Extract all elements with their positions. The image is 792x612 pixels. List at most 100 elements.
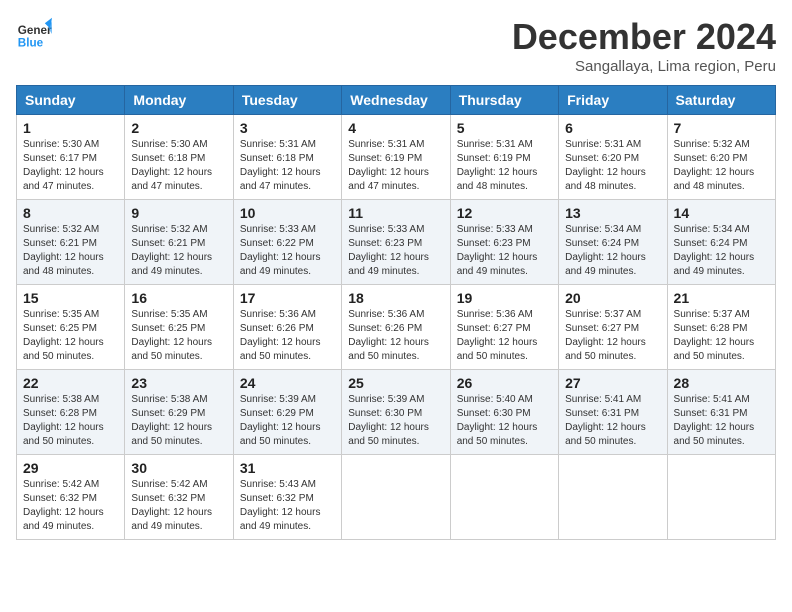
- day-number: 28: [674, 375, 769, 391]
- day-info: Sunrise: 5:41 AM Sunset: 6:31 PM Dayligh…: [674, 393, 769, 449]
- day-cell-18: 18 Sunrise: 5:36 AM Sunset: 6:26 PM Dayli…: [342, 285, 450, 370]
- day-header-thursday: Thursday: [450, 86, 558, 115]
- day-number: 19: [457, 290, 552, 306]
- week-row-5: 29 Sunrise: 5:42 AM Sunset: 6:32 PM Dayli…: [17, 455, 776, 540]
- day-number: 24: [240, 375, 335, 391]
- day-number: 29: [23, 460, 118, 476]
- day-info: Sunrise: 5:33 AM Sunset: 6:22 PM Dayligh…: [240, 223, 335, 279]
- day-number: 7: [674, 120, 769, 136]
- week-row-3: 15 Sunrise: 5:35 AM Sunset: 6:25 PM Dayli…: [17, 285, 776, 370]
- day-info: Sunrise: 5:36 AM Sunset: 6:27 PM Dayligh…: [457, 308, 552, 364]
- day-cell-20: 20 Sunrise: 5:37 AM Sunset: 6:27 PM Dayli…: [559, 285, 667, 370]
- day-number: 18: [348, 290, 443, 306]
- day-info: Sunrise: 5:38 AM Sunset: 6:28 PM Dayligh…: [23, 393, 118, 449]
- week-row-1: 1 Sunrise: 5:30 AM Sunset: 6:17 PM Daylig…: [17, 115, 776, 200]
- day-number: 4: [348, 120, 443, 136]
- day-number: 2: [131, 120, 226, 136]
- day-cell-3: 3 Sunrise: 5:31 AM Sunset: 6:18 PM Daylig…: [233, 115, 341, 200]
- day-cell-7: 7 Sunrise: 5:32 AM Sunset: 6:20 PM Daylig…: [667, 115, 775, 200]
- day-info: Sunrise: 5:42 AM Sunset: 6:32 PM Dayligh…: [131, 478, 226, 534]
- day-number: 14: [674, 205, 769, 221]
- day-cell-14: 14 Sunrise: 5:34 AM Sunset: 6:24 PM Dayli…: [667, 200, 775, 285]
- day-info: Sunrise: 5:36 AM Sunset: 6:26 PM Dayligh…: [240, 308, 335, 364]
- day-info: Sunrise: 5:39 AM Sunset: 6:29 PM Dayligh…: [240, 393, 335, 449]
- day-info: Sunrise: 5:36 AM Sunset: 6:26 PM Dayligh…: [348, 308, 443, 364]
- day-info: Sunrise: 5:37 AM Sunset: 6:27 PM Dayligh…: [565, 308, 660, 364]
- day-header-monday: Monday: [125, 86, 233, 115]
- title-area: December 2024 Sangallaya, Lima region, P…: [512, 16, 776, 75]
- empty-cell: [667, 455, 775, 540]
- day-info: Sunrise: 5:31 AM Sunset: 6:19 PM Dayligh…: [457, 138, 552, 194]
- logo-icon: General Blue: [16, 16, 52, 52]
- day-cell-8: 8 Sunrise: 5:32 AM Sunset: 6:21 PM Daylig…: [17, 200, 125, 285]
- calendar-title: December 2024: [512, 16, 776, 58]
- day-number: 17: [240, 290, 335, 306]
- calendar-subtitle: Sangallaya, Lima region, Peru: [512, 58, 776, 75]
- week-row-2: 8 Sunrise: 5:32 AM Sunset: 6:21 PM Daylig…: [17, 200, 776, 285]
- day-number: 5: [457, 120, 552, 136]
- day-number: 1: [23, 120, 118, 136]
- empty-cell: [559, 455, 667, 540]
- day-cell-22: 22 Sunrise: 5:38 AM Sunset: 6:28 PM Dayli…: [17, 370, 125, 455]
- day-info: Sunrise: 5:37 AM Sunset: 6:28 PM Dayligh…: [674, 308, 769, 364]
- day-info: Sunrise: 5:42 AM Sunset: 6:32 PM Dayligh…: [23, 478, 118, 534]
- day-number: 13: [565, 205, 660, 221]
- day-number: 11: [348, 205, 443, 221]
- day-info: Sunrise: 5:31 AM Sunset: 6:20 PM Dayligh…: [565, 138, 660, 194]
- day-number: 26: [457, 375, 552, 391]
- day-info: Sunrise: 5:43 AM Sunset: 6:32 PM Dayligh…: [240, 478, 335, 534]
- day-header-tuesday: Tuesday: [233, 86, 341, 115]
- day-header-friday: Friday: [559, 86, 667, 115]
- day-number: 25: [348, 375, 443, 391]
- day-info: Sunrise: 5:35 AM Sunset: 6:25 PM Dayligh…: [131, 308, 226, 364]
- header: General Blue December 2024 Sangallaya, L…: [16, 16, 776, 75]
- day-number: 15: [23, 290, 118, 306]
- day-cell-25: 25Sunrise: 5:39 AM Sunset: 6:30 PM Dayli…: [342, 370, 450, 455]
- day-cell-5: 5 Sunrise: 5:31 AM Sunset: 6:19 PM Daylig…: [450, 115, 558, 200]
- day-info: Sunrise: 5:35 AM Sunset: 6:25 PM Dayligh…: [23, 308, 118, 364]
- day-header-saturday: Saturday: [667, 86, 775, 115]
- day-number: 6: [565, 120, 660, 136]
- day-cell-11: 11Sunrise: 5:33 AM Sunset: 6:23 PM Dayli…: [342, 200, 450, 285]
- day-cell-16: 16Sunrise: 5:35 AM Sunset: 6:25 PM Dayli…: [125, 285, 233, 370]
- day-header-sunday: Sunday: [17, 86, 125, 115]
- day-number: 30: [131, 460, 226, 476]
- day-cell-10: 10 Sunrise: 5:33 AM Sunset: 6:22 PM Dayli…: [233, 200, 341, 285]
- day-cell-28: 28 Sunrise: 5:41 AM Sunset: 6:31 PM Dayli…: [667, 370, 775, 455]
- day-info: Sunrise: 5:34 AM Sunset: 6:24 PM Dayligh…: [565, 223, 660, 279]
- day-cell-4: 4 Sunrise: 5:31 AM Sunset: 6:19 PM Daylig…: [342, 115, 450, 200]
- day-cell-6: 6 Sunrise: 5:31 AM Sunset: 6:20 PM Daylig…: [559, 115, 667, 200]
- day-info: Sunrise: 5:30 AM Sunset: 6:17 PM Dayligh…: [23, 138, 118, 194]
- day-number: 3: [240, 120, 335, 136]
- day-cell-9: 9Sunrise: 5:32 AM Sunset: 6:21 PM Daylig…: [125, 200, 233, 285]
- svg-text:General: General: [18, 24, 52, 37]
- day-number: 23: [131, 375, 226, 391]
- day-headers-row: SundayMondayTuesdayWednesdayThursdayFrid…: [17, 86, 776, 115]
- day-info: Sunrise: 5:41 AM Sunset: 6:31 PM Dayligh…: [565, 393, 660, 449]
- logo: General Blue: [16, 16, 52, 52]
- day-info: Sunrise: 5:31 AM Sunset: 6:18 PM Dayligh…: [240, 138, 335, 194]
- day-number: 12: [457, 205, 552, 221]
- day-info: Sunrise: 5:32 AM Sunset: 6:21 PM Dayligh…: [131, 223, 226, 279]
- day-cell-15: 15 Sunrise: 5:35 AM Sunset: 6:25 PM Dayli…: [17, 285, 125, 370]
- day-number: 8: [23, 205, 118, 221]
- day-cell-29: 29 Sunrise: 5:42 AM Sunset: 6:32 PM Dayli…: [17, 455, 125, 540]
- day-number: 20: [565, 290, 660, 306]
- day-number: 21: [674, 290, 769, 306]
- day-cell-31: 31 Sunrise: 5:43 AM Sunset: 6:32 PM Dayli…: [233, 455, 341, 540]
- day-cell-1: 1 Sunrise: 5:30 AM Sunset: 6:17 PM Daylig…: [17, 115, 125, 200]
- day-cell-17: 17 Sunrise: 5:36 AM Sunset: 6:26 PM Dayli…: [233, 285, 341, 370]
- day-cell-30: 30 Sunrise: 5:42 AM Sunset: 6:32 PM Dayli…: [125, 455, 233, 540]
- day-number: 10: [240, 205, 335, 221]
- day-info: Sunrise: 5:32 AM Sunset: 6:20 PM Dayligh…: [674, 138, 769, 194]
- day-cell-26: 26Sunrise: 5:40 AM Sunset: 6:30 PM Dayli…: [450, 370, 558, 455]
- day-info: Sunrise: 5:34 AM Sunset: 6:24 PM Dayligh…: [674, 223, 769, 279]
- day-number: 31: [240, 460, 335, 476]
- day-number: 27: [565, 375, 660, 391]
- day-info: Sunrise: 5:32 AM Sunset: 6:21 PM Dayligh…: [23, 223, 118, 279]
- day-number: 22: [23, 375, 118, 391]
- day-cell-19: 19 Sunrise: 5:36 AM Sunset: 6:27 PM Dayli…: [450, 285, 558, 370]
- day-info: Sunrise: 5:31 AM Sunset: 6:19 PM Dayligh…: [348, 138, 443, 194]
- day-cell-27: 27 Sunrise: 5:41 AM Sunset: 6:31 PM Dayli…: [559, 370, 667, 455]
- empty-cell: [450, 455, 558, 540]
